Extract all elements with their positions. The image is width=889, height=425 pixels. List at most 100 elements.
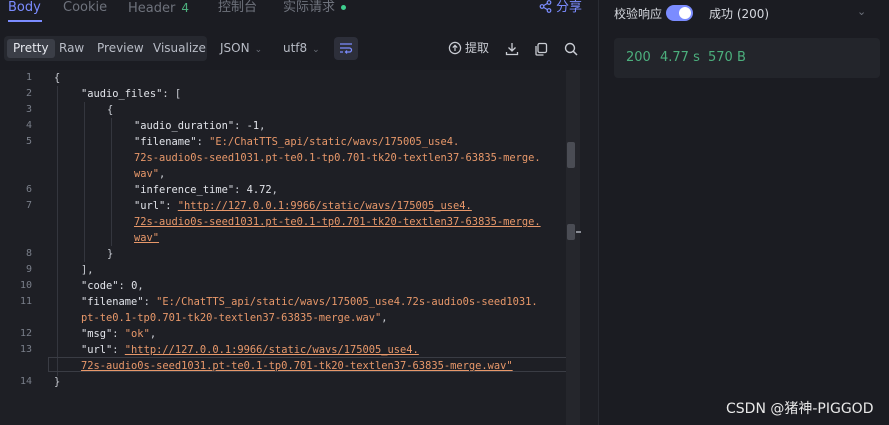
json-editor[interactable]: 1 2 3 4 5 6 7 8 9 10 11 12 13 14 { "audi… [0,70,598,425]
json-brace: { [54,72,61,84]
json-punct: ], [81,264,94,276]
line-number: 13 [19,344,32,355]
code-line: 72s-audio0s-seed1031.pt-te0.1-tp0.701-tk… [134,214,541,230]
response-stats: 200 4.77 s 570 B [614,38,880,78]
word-wrap-button[interactable] [334,37,358,60]
status-dot-icon [341,5,347,10]
response-summary-panel: 校验响应 成功 (200) ⌄ 200 4.77 s 570 B CSDN @猪… [599,0,889,425]
line-number: 14 [19,376,32,387]
status-code: 200 [626,50,651,65]
code-line: { [54,70,60,86]
code-line: 72s-audio0s-seed1031.pt-te0.1-tp0.701-tk… [81,358,513,374]
json-punct: , [259,120,266,132]
code-line: pt-te0.1-tp0.701-tk20-textlen37-63835-me… [81,310,388,326]
download-icon[interactable] [503,40,521,58]
json-key: "audio_files" [81,88,163,100]
code-line: } [54,374,60,390]
code-line: "inference_time": 4.72, [134,182,278,198]
line-number: 11 [19,296,32,307]
code-line: "msg": "ok", [81,326,156,342]
tab-body[interactable]: Body [8,0,41,16]
view-preview-button[interactable]: Preview [91,39,150,58]
json-url[interactable]: 72s-audio0s-seed1031.pt-te0.1-tp0.701-tk… [81,360,513,372]
json-punct: : [234,120,247,132]
share-label: 分享 [555,0,582,15]
view-raw-button[interactable]: Raw [53,39,90,58]
chevron-down-icon: ⌄ [254,45,263,55]
indent-guide [84,102,85,262]
tab-actual-request-label: 实际请求 [283,0,336,15]
line-number: 3 [25,104,32,115]
line-number: 8 [25,248,32,259]
response-body-panel: Body Cookie Header 4 控制台 实际请求 分享 Pretty R… [0,0,598,425]
format-select-value: JSON [220,41,250,55]
json-brace: } [107,248,114,260]
indent-guide [57,86,58,376]
json-string: "E:/ChatTTS_api/static/wavs/175005_use4.… [156,296,538,308]
result-status: 成功 (200) [709,7,770,21]
format-select[interactable]: JSON ⌄ [220,41,262,58]
json-key: "msg" [81,328,113,340]
share-button[interactable]: 分享 [539,0,582,16]
json-punct: : [112,344,125,356]
json-string: wav" [134,168,160,180]
code-line: wav" [134,230,159,246]
json-url[interactable]: wav" [134,232,159,244]
chevron-down-icon: ⌄ [312,45,320,55]
watermark: CSDN @猪神-PIGGOD [726,401,874,417]
json-key: "url" [134,200,166,212]
json-key: "filename" [134,136,197,148]
line-number: 9 [25,264,32,275]
json-punct: : [165,200,178,212]
line-number: 6 [25,184,32,195]
share-icon [539,0,552,13]
line-number: 2 [25,88,32,99]
view-pretty-button[interactable]: Pretty [7,39,55,58]
tab-actual-request[interactable]: 实际请求 [283,0,347,16]
chevron-down-icon[interactable]: ⌄ [857,5,866,18]
scrollbar-marker [576,231,581,233]
tab-console[interactable]: 控制台 [218,0,257,16]
json-key: "code" [81,280,119,292]
json-punct: , [159,168,166,180]
json-key: "url" [81,344,113,356]
json-url[interactable]: 72s-audio0s-seed1031.pt-te0.1-tp0.701-tk… [134,216,541,228]
json-string: 72s-audio0s-seed1031.pt-te0.1-tp0.701-tk… [134,152,541,164]
extract-icon [448,41,462,55]
code-line: "url": "http://127.0.0.1:9966/static/wav… [134,198,472,214]
line-number: 1 [25,72,32,83]
scrollbar-thumb[interactable] [567,224,575,240]
json-url[interactable]: "http://127.0.0.1:9966/static/wavs/17500… [125,344,419,356]
json-brace: } [54,376,61,388]
code-line: "audio_duration": -1, [134,118,265,134]
encoding-select[interactable]: utf8 ⌄ [283,41,320,58]
json-number: 4.72 [246,184,272,196]
copy-icon[interactable] [532,40,550,58]
extract-label: 提取 [465,41,490,55]
search-icon[interactable] [562,40,580,58]
wrap-icon [340,43,353,54]
json-punct: , [381,312,388,324]
tab-header[interactable]: Header 4 [128,0,189,17]
code-line: "filename": "E:/ChatTTS_api/static/wavs/… [134,134,459,150]
line-number: 5 [25,136,32,147]
code-line: wav", [134,166,165,182]
json-punct: : [196,136,210,148]
view-visualize-button[interactable]: Visualize [147,39,212,58]
line-number: 10 [19,280,32,291]
header-count-badge: 4 [181,1,189,15]
editor-scrollbar[interactable] [566,70,580,425]
json-string: "ok" [124,328,150,340]
verify-response-toggle[interactable] [666,5,693,21]
json-punct: : [143,296,157,308]
json-url[interactable]: "http://127.0.0.1:9966/static/wavs/17500… [178,200,472,212]
code-line: { [107,102,113,118]
tab-cookie[interactable]: Cookie [63,0,107,16]
json-punct: : [ [162,88,182,100]
code-line: "code": 0, [81,278,144,294]
response-time: 4.77 s [660,50,700,65]
encoding-select-value: utf8 [283,41,308,55]
json-punct: : [112,328,125,340]
extract-button[interactable]: 提取 [448,40,489,56]
scrollbar-thumb[interactable] [567,142,575,168]
